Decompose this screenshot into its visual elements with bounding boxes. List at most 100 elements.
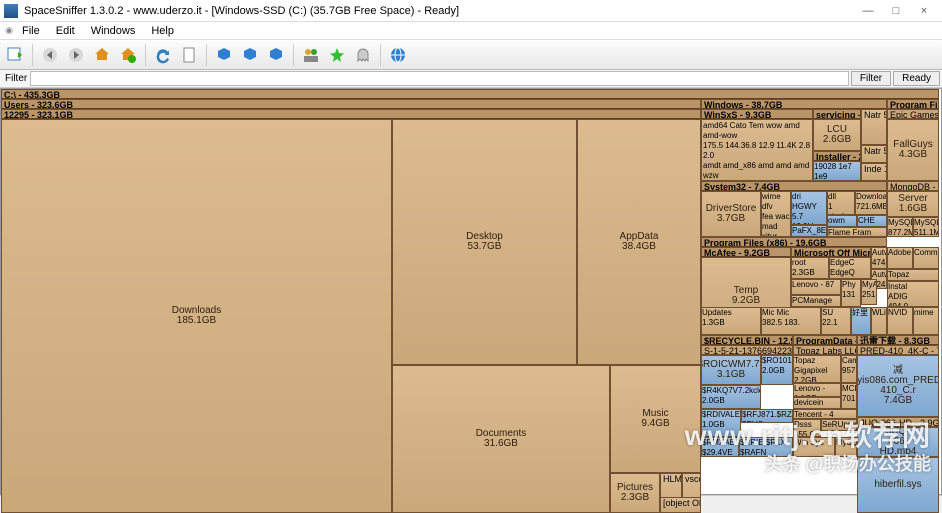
maximize-button[interactable]: □	[882, 2, 910, 20]
node-cells1[interactable]: wime dfv fea wac mad xitur	[761, 191, 791, 237]
node-winsxs-hdr[interactable]: WinSxS - 9.3GB	[701, 109, 813, 119]
node-mongo[interactable]: MongoDB - 1.6GB	[887, 181, 939, 191]
node-pill[interactable]: PaFX_8E	[791, 225, 827, 237]
node-roicwm[interactable]: $ROICWM7.7z3.1GB	[701, 355, 761, 385]
node-devicein[interactable]: devicein ImCl	[793, 397, 841, 409]
node-system32[interactable]: System32 - 7.4GB	[701, 181, 887, 191]
menu-help[interactable]: Help	[143, 25, 182, 37]
people-icon[interactable]	[300, 44, 322, 66]
node-driverstore[interactable]: DriverStore3.7GB	[701, 191, 761, 237]
node-hgwy[interactable]: dri HGWY 5.7 13.9H Stat av6 572 14KB	[791, 191, 827, 225]
node-epic[interactable]: Epic Games	[887, 109, 939, 119]
ready-button[interactable]: Ready	[893, 71, 940, 86]
node-camer[interactable]: Camer 957.8N	[841, 355, 857, 383]
menu-file[interactable]: File	[14, 25, 48, 37]
node-windows-hdr[interactable]: Windows - 38.7GB	[701, 99, 887, 109]
node-topazg[interactable]: Topaz Gigapixel 2.2GB	[793, 355, 841, 383]
node-rakq[interactable]: $R4KQ7V7.2kcloud- 2.0GB	[701, 385, 761, 409]
node-xxdl[interactable]: 迅雷下载 - 8.3GB	[857, 335, 939, 345]
menu-windows[interactable]: Windows	[83, 25, 144, 37]
node-appdata[interactable]: AppData38.4GB	[577, 119, 701, 365]
node-autw[interactable]: Autw 474.4	[871, 247, 887, 269]
node-owm[interactable]: owm Rop	[827, 215, 857, 227]
node-comm[interactable]: Comm	[913, 247, 939, 269]
minimize-button[interactable]: —	[854, 2, 882, 20]
node-amd[interactable]: amd64 Cato Tem wow amd amd-wow 175.5 144…	[701, 119, 813, 181]
node-lenovo1[interactable]: Lenovo - 1.1GB	[793, 383, 841, 397]
node-pcman[interactable]: PCManage	[791, 295, 841, 307]
home-green-icon[interactable]	[117, 44, 139, 66]
watermark-2: 头条 @职场办公技能	[764, 450, 931, 476]
node-adobe[interactable]: Adobe	[887, 247, 913, 269]
node-phy[interactable]: Phy 131	[841, 279, 861, 307]
back-icon[interactable]	[39, 44, 61, 66]
file-icon[interactable]	[178, 44, 200, 66]
node-pfiles[interactable]: Program Files - 5.0G	[887, 99, 939, 109]
filter-label: Filter	[2, 73, 30, 84]
node-installer[interactable]: Installer - 2.5GB	[813, 151, 861, 161]
node-dl[interactable]: Download 721.6MB	[855, 191, 887, 215]
node-mic[interactable]: Mic Mic 382.5 183.	[761, 307, 821, 335]
box-blue-icon[interactable]	[213, 44, 235, 66]
treemap[interactable]: C:\ - 435.3GB Users - 323.6GB 12295 - 32…	[0, 88, 942, 495]
home-icon[interactable]	[91, 44, 113, 66]
node-downloads[interactable]: Downloads185.1GB	[1, 119, 392, 513]
ghost-icon[interactable]	[352, 44, 374, 66]
node-topazl[interactable]: Topaz Labs LLC	[793, 345, 857, 355]
node-wli[interactable]: WLi	[871, 307, 887, 335]
node-servicing[interactable]: servicing - 2.9GB	[813, 109, 861, 119]
refresh-icon[interactable]	[152, 44, 174, 66]
app-icon	[4, 4, 18, 18]
node-updates[interactable]: Updates 1.3GB	[701, 307, 761, 335]
node-pfiles86[interactable]: Program Files (x86) - 19.6GB	[701, 237, 887, 247]
node-pictures[interactable]: Pictures2.3GB	[610, 473, 660, 513]
node-wj[interactable]: 好里	[851, 307, 871, 335]
menu-edit[interactable]: Edit	[48, 25, 83, 37]
node-ind[interactable]: Inde 187.	[861, 163, 887, 181]
filter-button[interactable]: Filter	[851, 71, 891, 86]
node-ro10[interactable]: $RO1010 2.0GB	[761, 355, 793, 385]
node-desktop[interactable]: Desktop53.7GB	[392, 119, 577, 365]
node-root2[interactable]: root 2.3GB	[791, 257, 829, 279]
node-topaz[interactable]: Topaz Gigapixel A	[887, 269, 939, 281]
node-instal[interactable]: Instal ADIG 494.0	[887, 281, 939, 307]
node-pred[interactable]: PRED-410_4K-C - 7.4GB	[857, 345, 939, 355]
node-lenovo87[interactable]: Lenovo - 87	[791, 279, 841, 295]
node-msoff[interactable]: Microsoft Off Microsoft - 2.4G	[791, 247, 871, 257]
node-mcafee[interactable]: McAfee - 9.2GB	[701, 247, 791, 257]
node-natr1[interactable]: Natr 571.0	[861, 109, 887, 145]
node-mime[interactable]: mime	[913, 307, 939, 335]
node-inst1[interactable]: 19028 1e7 1e9 1d934d 3ca 1a9	[813, 161, 861, 181]
node-bayis[interactable]: 减ayis086.com_PRED-410_C.r 7.4GB	[857, 355, 939, 417]
close-button[interactable]: ×	[910, 2, 938, 20]
node-users-hdr[interactable]: Users - 323.6GB	[1, 99, 701, 109]
node-su[interactable]: SU 22.1	[821, 307, 851, 335]
node-mysqla[interactable]: MySQLa 877.2ME	[887, 217, 913, 237]
node-server[interactable]: Server 1.6GB	[887, 191, 939, 217]
box-blue3-icon[interactable]	[265, 44, 287, 66]
node-mclo[interactable]: MCLO 701.2N	[841, 383, 857, 409]
node-myaf[interactable]: MyAf 251.6	[861, 279, 877, 305]
star-icon[interactable]	[326, 44, 348, 66]
node-sid[interactable]: S-1-5-21-1376694223-3899032882	[701, 345, 793, 355]
watermark-1: www.ritj.cn软荐网	[685, 414, 931, 454]
node-recycle[interactable]: $RECYCLE.BIN - 12.9GB	[701, 335, 793, 345]
forward-icon[interactable]	[65, 44, 87, 66]
node-fallguys[interactable]: FallGuys4.3GB	[887, 119, 939, 181]
new-scan-icon[interactable]	[4, 44, 26, 66]
node-documents[interactable]: Documents31.6GB	[392, 365, 610, 513]
globe-icon[interactable]	[387, 44, 409, 66]
node-mysql[interactable]: MySQL 511.1M	[913, 217, 939, 237]
node-natr2[interactable]: Natr 545.0	[861, 145, 887, 163]
node-frame[interactable]: Flame Fram Div:	[827, 227, 887, 237]
node-chk[interactable]: CHE JBC	[857, 215, 887, 227]
node-uid-hdr[interactable]: 12295 - 323.1GB	[1, 109, 701, 119]
node-root[interactable]: C:\ - 435.3GB	[1, 89, 939, 99]
node-lcu[interactable]: LCU2.6GB	[813, 119, 861, 151]
node-pdata[interactable]: ProgramData - 10.1GB	[793, 335, 857, 345]
node-dll[interactable]: dll 1 vigxky	[827, 191, 855, 215]
box-blue2-icon[interactable]	[239, 44, 261, 66]
node-nvid[interactable]: NVID	[887, 307, 913, 335]
node-edgec[interactable]: EdgeC EdgeQ 1.0GB 856.5K	[829, 257, 871, 279]
filter-input[interactable]	[30, 71, 849, 86]
